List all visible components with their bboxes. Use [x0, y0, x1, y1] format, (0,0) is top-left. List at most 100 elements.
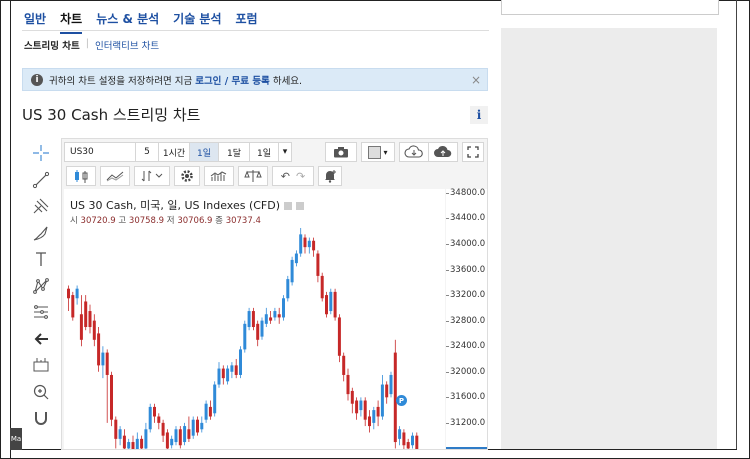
fibonacci-icon[interactable] — [26, 299, 56, 326]
symbol-input[interactable]: US30 — [64, 142, 136, 162]
y-axis-label: 32000.0 — [450, 366, 486, 377]
y-axis-tick — [446, 192, 449, 194]
cloud-download-icon[interactable] — [399, 142, 429, 162]
timeframe-dropdown[interactable]: 1일 — [249, 142, 279, 162]
candle-body — [187, 429, 191, 439]
y-axis-tick — [446, 422, 449, 424]
candle-body — [79, 314, 83, 340]
right-sidebar — [501, 28, 717, 450]
price-axis: 34800.0 34400.0 34000.0 33600.0 33200.0 32800… — [446, 187, 487, 449]
candle-body — [92, 320, 96, 340]
candle-body — [243, 323, 247, 350]
y-axis-label: 34800.0 — [450, 187, 486, 198]
chart-plot-area[interactable]: US 30 Cash, 미국, 일, US Indexes (CFD) 시 30… — [64, 189, 445, 449]
notice-text-before: 귀하의 차트 설정을 저장하려면 지금 — [49, 75, 196, 87]
redo-icon[interactable]: ↷ — [296, 170, 305, 183]
candle-body — [105, 352, 109, 375]
y-axis-label: 33600.0 — [450, 264, 486, 275]
chart-legend-title-text: US 30 Cash, 미국, 일, US Indexes (CFD) — [70, 199, 281, 212]
candle-body — [230, 365, 234, 372]
login-link[interactable]: 로그인 — [195, 76, 221, 87]
chart-toolbar-top: US30 5 1시간 1일 1달 1일 ▾ ▾ — [64, 142, 484, 162]
legend-close-icon[interactable] — [296, 202, 305, 210]
candle-body — [389, 374, 393, 395]
balance-icon[interactable] — [238, 166, 268, 186]
close-icon[interactable]: × — [471, 73, 481, 87]
open-value: 30720.9 — [80, 216, 116, 226]
subnav-interactive-chart[interactable]: 인터랙티브 차트 — [95, 38, 159, 52]
timeframe-1d[interactable]: 1일 — [189, 142, 219, 162]
fullscreen-icon[interactable] — [462, 142, 484, 162]
indicators-icon[interactable] — [134, 166, 170, 186]
measure-icon[interactable] — [26, 352, 56, 379]
candle-body — [380, 384, 384, 417]
candle-body — [251, 311, 255, 328]
candle-body — [118, 429, 122, 439]
candle-body — [368, 416, 371, 427]
subnav-streaming-chart[interactable]: 스트리밍 차트 — [24, 38, 80, 52]
compare-icon[interactable] — [100, 166, 130, 186]
candle-body — [217, 368, 221, 385]
high-value: 30758.9 — [128, 216, 165, 226]
cloud-upload-icon[interactable] — [428, 142, 458, 162]
candle-body — [200, 422, 204, 430]
candle-body — [269, 317, 273, 321]
timeframe-1m[interactable]: 1달 — [218, 142, 250, 162]
magnet-icon[interactable] — [26, 405, 56, 432]
y-axis-tick — [446, 371, 449, 373]
candle-body — [161, 422, 165, 436]
pitchfork-icon[interactable] — [26, 193, 56, 220]
y-axis-label: 31200.0 — [450, 417, 486, 428]
legend-settings-icon[interactable] — [284, 202, 293, 210]
drawing-toolbar — [26, 140, 56, 432]
notice-sep: / — [221, 75, 232, 87]
candle-body — [213, 384, 217, 414]
login-notice: i 귀하의 차트 설정을 저장하려면 지금 로그인 / 무료 등록 하세요. × — [22, 68, 488, 91]
candle-body — [88, 311, 92, 328]
candle-body — [406, 442, 410, 449]
text-icon[interactable] — [26, 246, 56, 273]
crosshair-icon[interactable] — [26, 140, 56, 167]
candlestick-chart — [67, 227, 419, 449]
color-picker-button[interactable]: ▾ — [361, 142, 395, 162]
back-arrow-icon[interactable] — [26, 326, 56, 353]
study-templates-icon[interactable] — [204, 166, 234, 186]
candle-body — [363, 400, 367, 420]
pattern-icon[interactable] — [26, 273, 56, 300]
y-axis-tick — [446, 243, 449, 245]
trend-line-icon[interactable] — [26, 167, 56, 194]
register-link[interactable]: 무료 등록 — [232, 76, 270, 87]
position-marker[interactable]: P — [396, 395, 407, 406]
close-label: 종 — [215, 216, 223, 226]
candle-body — [325, 295, 328, 315]
undo-icon[interactable]: ↶ — [281, 170, 290, 183]
sub-nav: 스트리밍 차트 | 인터랙티브 차트 — [24, 38, 159, 52]
alert-icon[interactable] — [318, 166, 342, 186]
candle-body — [101, 352, 105, 366]
candle-body — [148, 406, 152, 430]
ad-slot-top — [501, 0, 719, 15]
y-axis-label: 32800.0 — [450, 315, 486, 326]
zoom-in-icon[interactable] — [26, 379, 56, 406]
close-value: 30737.4 — [225, 216, 261, 226]
candle-style-icon[interactable] — [66, 166, 96, 186]
gear-icon[interactable] — [174, 166, 200, 186]
info-button[interactable]: i — [470, 106, 488, 124]
notice-text-after: 하세요. — [269, 75, 303, 87]
left-border — [10, 0, 11, 459]
candle-body — [411, 435, 414, 446]
candle-body — [385, 384, 389, 398]
candle-body — [67, 288, 70, 299]
timeframe-1h[interactable]: 1시간 — [158, 142, 190, 162]
candle-body — [320, 275, 324, 299]
candle-body — [135, 438, 139, 449]
interval-button[interactable]: 5 — [135, 142, 159, 162]
candle-body — [191, 419, 195, 436]
camera-icon[interactable] — [325, 142, 357, 162]
right-border — [736, 0, 737, 450]
candle-body — [359, 400, 363, 411]
y-axis-tick — [446, 320, 449, 322]
chevron-down-icon[interactable]: ▾ — [278, 142, 292, 162]
brush-icon[interactable] — [26, 220, 56, 247]
candle-body — [398, 429, 402, 439]
